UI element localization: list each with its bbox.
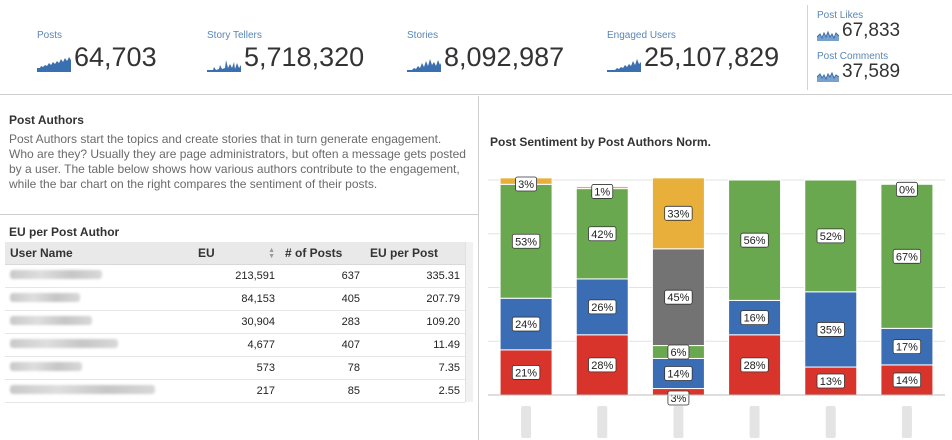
data-label: 16% — [744, 313, 766, 325]
data-label: 26% — [591, 302, 613, 314]
redacted-category-label — [673, 406, 684, 438]
eu-per-post-cell: 7.35 — [365, 356, 465, 380]
kpi-value: 5,718,320 — [244, 42, 365, 72]
data-label: 67% — [896, 251, 918, 263]
posts-cell: 78 — [280, 356, 365, 380]
section-divider — [0, 214, 478, 215]
sparkline-icon — [207, 60, 241, 72]
eu-cell: 573 — [193, 356, 280, 380]
sparkline-icon — [407, 59, 441, 72]
eu-per-post-cell: 335.31 — [365, 264, 465, 288]
data-label: 52% — [820, 231, 842, 243]
column-header-user-name[interactable]: User Name — [5, 242, 193, 265]
eu-per-post-cell: 11.49 — [365, 333, 465, 357]
table-row[interactable]: 213,591 637 335.31 — [5, 264, 465, 288]
data-label: 6% — [670, 347, 686, 359]
user-name-cell — [5, 379, 193, 403]
redacted-user-name — [10, 269, 102, 279]
posts-cell: 407 — [280, 333, 365, 357]
data-label: 13% — [820, 376, 842, 388]
kpi-value: 67,833 — [842, 20, 901, 41]
kpi-label: Story Tellers — [207, 30, 262, 41]
redacted-category-label — [749, 406, 760, 438]
eu-table-title: EU per Post Author — [9, 225, 120, 239]
kpi-header: Posts 64,703 Story Tellers 5,718,320 Sto… — [0, 0, 952, 95]
eu-cell: 30,904 — [193, 310, 280, 334]
table-row[interactable]: 84,153 405 207.79 — [5, 287, 465, 311]
user-name-cell — [5, 264, 193, 288]
kpi-value: 25,107,829 — [644, 42, 780, 72]
posts-cell: 85 — [280, 379, 365, 403]
sparkline-icon — [817, 30, 839, 41]
sentiment-chart: 21%24%53%3%28%26%42%1%3%14%6%45%33%28%16… — [488, 176, 945, 438]
kpi-post-likes[interactable]: Post Likes 67,833 — [817, 10, 900, 41]
redacted-user-name — [10, 315, 92, 325]
table-header-row: User Name EU ▲ ▼ # of Posts EU per Post — [5, 242, 465, 265]
column-header-eu-per-post[interactable]: EU per Post — [365, 242, 465, 265]
data-label: 21% — [515, 367, 537, 379]
data-label: 53% — [515, 236, 537, 248]
posts-cell: 637 — [280, 264, 365, 288]
user-name-cell — [5, 287, 193, 311]
user-name-cell — [5, 310, 193, 334]
user-name-cell — [5, 356, 193, 380]
redacted-user-name — [10, 338, 118, 348]
data-label: 14% — [667, 369, 689, 381]
eu-per-author-table: User Name EU ▲ ▼ # of Posts EU per Post 21… — [5, 242, 465, 403]
post-authors-title: Post Authors — [9, 113, 84, 127]
data-label: 35% — [820, 324, 842, 336]
data-label: 24% — [515, 319, 537, 331]
redacted-user-name — [10, 361, 82, 371]
data-label: 28% — [744, 360, 766, 372]
column-header-eu[interactable]: EU ▲ ▼ — [193, 242, 280, 265]
sparkline-icon — [37, 57, 71, 72]
kpi-value: 37,589 — [842, 61, 901, 82]
posts-cell: 405 — [280, 287, 365, 311]
data-label: 0% — [899, 184, 915, 196]
post-authors-description: Post Authors start the topics and create… — [9, 132, 466, 191]
eu-cell: 4,677 — [193, 333, 280, 357]
redacted-category-label — [597, 406, 608, 438]
eu-cell: 213,591 — [193, 264, 280, 288]
data-label: 28% — [591, 360, 613, 372]
data-label: 14% — [896, 375, 918, 387]
redacted-user-name — [10, 292, 80, 302]
table-row[interactable]: 573 78 7.35 — [5, 356, 465, 380]
data-label: 3% — [518, 179, 534, 191]
data-label: 45% — [667, 292, 689, 304]
table-scrollbar[interactable] — [465, 242, 473, 402]
kpi-value: 64,703 — [74, 42, 157, 72]
panel-divider — [478, 96, 479, 440]
table-row[interactable]: 4,677 407 11.49 — [5, 333, 465, 357]
column-header-posts[interactable]: # of Posts — [280, 242, 365, 265]
data-label: 42% — [591, 229, 613, 241]
chart-title: Post Sentiment by Post Authors Norm. — [490, 135, 711, 149]
sort-icon[interactable]: ▲ ▼ — [268, 247, 275, 260]
eu-per-post-cell: 109.20 — [365, 310, 465, 334]
redacted-user-name — [10, 384, 155, 394]
kpi-value: 8,092,987 — [444, 42, 565, 72]
user-name-cell — [5, 333, 193, 357]
kpi-divider — [807, 5, 808, 90]
sparkline-icon — [607, 59, 641, 72]
posts-cell: 283 — [280, 310, 365, 334]
eu-per-post-cell: 2.55 — [365, 379, 465, 403]
eu-cell: 84,153 — [193, 287, 280, 311]
eu-per-post-cell: 207.79 — [365, 287, 465, 311]
kpi-post-comments[interactable]: Post Comments 37,589 — [817, 51, 900, 82]
table-row[interactable]: 30,904 283 109.20 — [5, 310, 465, 334]
kpi-label: Posts — [37, 30, 63, 41]
redacted-category-label — [825, 406, 836, 438]
kpi-label: Stories — [407, 30, 439, 41]
data-label: 17% — [896, 342, 918, 354]
table-row[interactable]: 217 85 2.55 — [5, 379, 465, 403]
data-label: 56% — [744, 235, 766, 247]
redacted-category-label — [521, 406, 532, 438]
kpi-label: Engaged Users — [607, 30, 676, 41]
redacted-category-label — [901, 406, 912, 438]
data-label: 1% — [594, 186, 610, 198]
data-label: 33% — [667, 208, 689, 220]
eu-cell: 217 — [193, 379, 280, 403]
sparkline-icon — [817, 71, 839, 82]
